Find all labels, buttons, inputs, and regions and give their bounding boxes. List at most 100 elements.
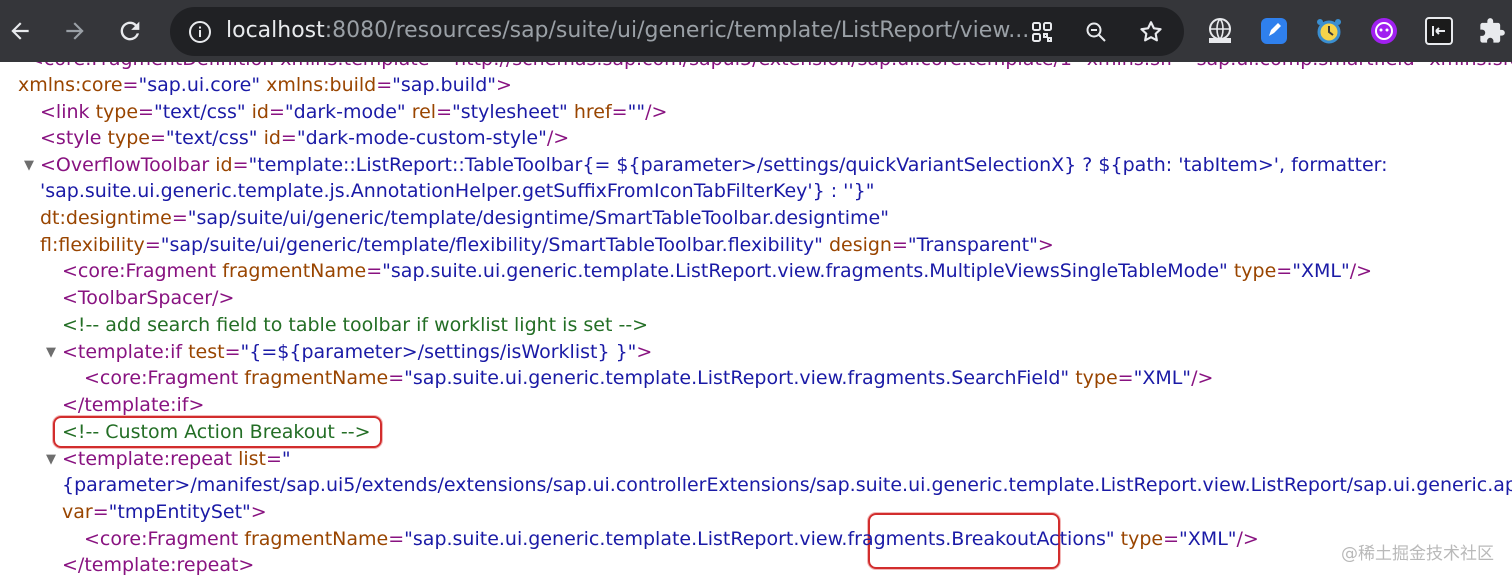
source-line: <template:repeat list=" — [62, 448, 291, 470]
attr-name: id — [215, 154, 233, 176]
source-line: <core:Fragment fragmentName="sap.suite.u… — [62, 260, 1373, 282]
attr-value: "sap/suite/ui/generic/template/flexibili… — [160, 234, 823, 256]
attr-name: id — [263, 127, 281, 149]
attr-name: fragmentName — [222, 260, 367, 282]
attr-name: type — [1120, 528, 1164, 550]
attr-name: xmlns:build — [266, 74, 377, 96]
zoom-icon[interactable] — [1082, 18, 1110, 46]
tag-close: /> — [645, 101, 668, 123]
attr-value: "sap.suite.ui.generic.template.ListRepor… — [404, 367, 1070, 389]
source-line: <template:if test="{=${parameter>/settin… — [62, 341, 653, 363]
attr-name: design — [828, 234, 892, 256]
tag-close: /> — [546, 127, 570, 149]
source-line: <link type="text/css" id="dark-mode" rel… — [40, 101, 668, 123]
source-line: </template:if> — [62, 392, 204, 418]
extensions-puzzle-icon[interactable] — [1476, 15, 1508, 47]
source-line: </template:repeat> — [62, 552, 254, 578]
attr-value: "dark-mode-custom-style" — [296, 127, 547, 149]
tag-close: </template:repeat> — [62, 554, 255, 576]
tag-close: /> — [1191, 367, 1214, 389]
source-line: <core:Fragment fragmentName="sap.suite.u… — [84, 528, 1259, 550]
attr-name: xmlns:core — [18, 74, 123, 96]
collapse-triangle-icon[interactable]: ▼ — [46, 452, 56, 467]
tag-open: <OverflowToolbar — [40, 154, 210, 176]
tag-close: /> — [1349, 260, 1373, 282]
tag-open: <template:repeat — [62, 448, 233, 470]
attr-value: "template::ListReport::TableToolbar{= ${… — [248, 154, 1388, 176]
watermark: @稀土掘金技术社区 — [1341, 544, 1494, 564]
arrow-right-icon — [66, 22, 84, 40]
attr-value: "XML" — [1179, 528, 1237, 550]
attr-name: href — [573, 101, 612, 123]
attr-name: fragmentName — [244, 528, 389, 550]
url-path: :8080/resources/sap/suite/ui/generic/tem… — [324, 18, 1030, 43]
attr-name: id — [251, 101, 269, 123]
back-button[interactable] — [2, 13, 38, 49]
attr-name: fl:flexibility — [40, 234, 145, 256]
extension-blue-icon[interactable] — [1258, 15, 1290, 47]
attr-value: "Transparent" — [907, 234, 1038, 256]
extension-purple-icon[interactable] — [1368, 15, 1400, 47]
attr-value: "sap.build" — [392, 74, 497, 96]
attr-value: "sap.suite.ui.generic.template.ListRepor… — [382, 260, 1228, 282]
attr-value: {parameter>/manifest/sap.ui5/extends/ext… — [62, 474, 1512, 496]
xml-comment: <!-- add search field to table toolbar i… — [62, 314, 649, 336]
attr-value-highlighted: ts.BreakoutActions" — [927, 528, 1115, 550]
tag-close: > — [1037, 234, 1054, 256]
tag-open: <style — [40, 127, 102, 149]
attr-value: "text/css" — [165, 127, 258, 149]
source-line: <!-- add search field to table toolbar i… — [62, 312, 648, 338]
source-line: xmlns:core="sap.ui.core" xmlns:build="sa… — [18, 74, 512, 96]
source-line: <ToolbarSpacer/> — [62, 285, 234, 311]
tag-close: /> — [1236, 528, 1259, 550]
collapse-triangle-icon[interactable]: ▼ — [24, 158, 34, 173]
attr-value: "sap/suite/ui/generic/template/designtim… — [187, 207, 889, 229]
forward-button[interactable] — [57, 13, 93, 49]
attr-name: type — [1075, 367, 1118, 389]
reload-icon — [120, 21, 140, 41]
attr-name: type — [95, 101, 139, 123]
attr-name: fragmentName — [244, 367, 389, 389]
tag-open: <template:if — [62, 341, 183, 363]
browser-toolbar: localhost:8080/resources/sap/suite/ui/ge… — [0, 0, 1512, 62]
attr-value: "XML" — [1292, 260, 1350, 282]
attr-name: test — [188, 341, 225, 363]
tag-open: <core:Fragment — [84, 528, 239, 550]
attr-value: "sap.suite.ui.generic.template.ListRepor… — [404, 528, 928, 550]
attr-value: "tmpEntitySet" — [108, 501, 251, 523]
attr-value: "text/css" — [153, 101, 246, 123]
tag-open: <core:Fragment — [62, 260, 217, 282]
tag-open: <link — [40, 101, 90, 123]
attr-value: "sap.ui.core" — [138, 74, 261, 96]
tag-close: </template:if> — [62, 394, 205, 416]
tag-close: > — [250, 501, 267, 523]
qr-code-icon[interactable] — [1028, 18, 1056, 46]
collapse-triangle-icon[interactable]: ▼ — [46, 345, 56, 360]
attr-value: 'sap.suite.ui.generic.template.js.Annota… — [40, 180, 875, 202]
source-line: {parameter>/manifest/sap.ui5/extends/ext… — [62, 472, 1512, 498]
source-line: 'sap.suite.ui.generic.template.js.Annota… — [40, 178, 874, 204]
address-bar[interactable]: localhost:8080/resources/sap/suite/ui/ge… — [170, 7, 1184, 56]
info-icon[interactable] — [186, 18, 214, 46]
extension-alarm-clock-icon[interactable] — [1313, 15, 1345, 47]
tag-self-closing: <ToolbarSpacer/> — [62, 287, 235, 309]
attr-value: "" — [627, 101, 646, 123]
extension-dark-panel-icon[interactable] — [1423, 15, 1455, 47]
attr-name: list — [238, 448, 266, 470]
attr-name: dt:designtime — [40, 207, 172, 229]
source-line: <core:Fragment fragmentName="sap.suite.u… — [84, 367, 1214, 389]
tag-open: <core:Fragment — [84, 367, 239, 389]
url-text[interactable]: localhost:8080/resources/sap/suite/ui/ge… — [226, 18, 1029, 43]
source-line: dt:designtime="sap/suite/ui/generic/temp… — [40, 207, 889, 229]
reload-button[interactable] — [112, 13, 148, 49]
source-line: <core:FragmentDefinition xmlns:template=… — [28, 62, 1512, 72]
source-line: var="tmpEntitySet"> — [62, 501, 267, 523]
attr-value: "dark-mode" — [284, 101, 406, 123]
attr-value: "{=${parameter>/settings/isWorklist} }" — [240, 341, 637, 363]
tag-close: > — [636, 341, 653, 363]
extension-globe-icon[interactable] — [1204, 15, 1236, 47]
bookmark-star-icon[interactable] — [1137, 18, 1165, 46]
attr-name: type — [1233, 260, 1277, 282]
attr-name: var — [62, 501, 93, 523]
xml-comment: <!-- Custom Action Breakout --> — [62, 421, 371, 443]
